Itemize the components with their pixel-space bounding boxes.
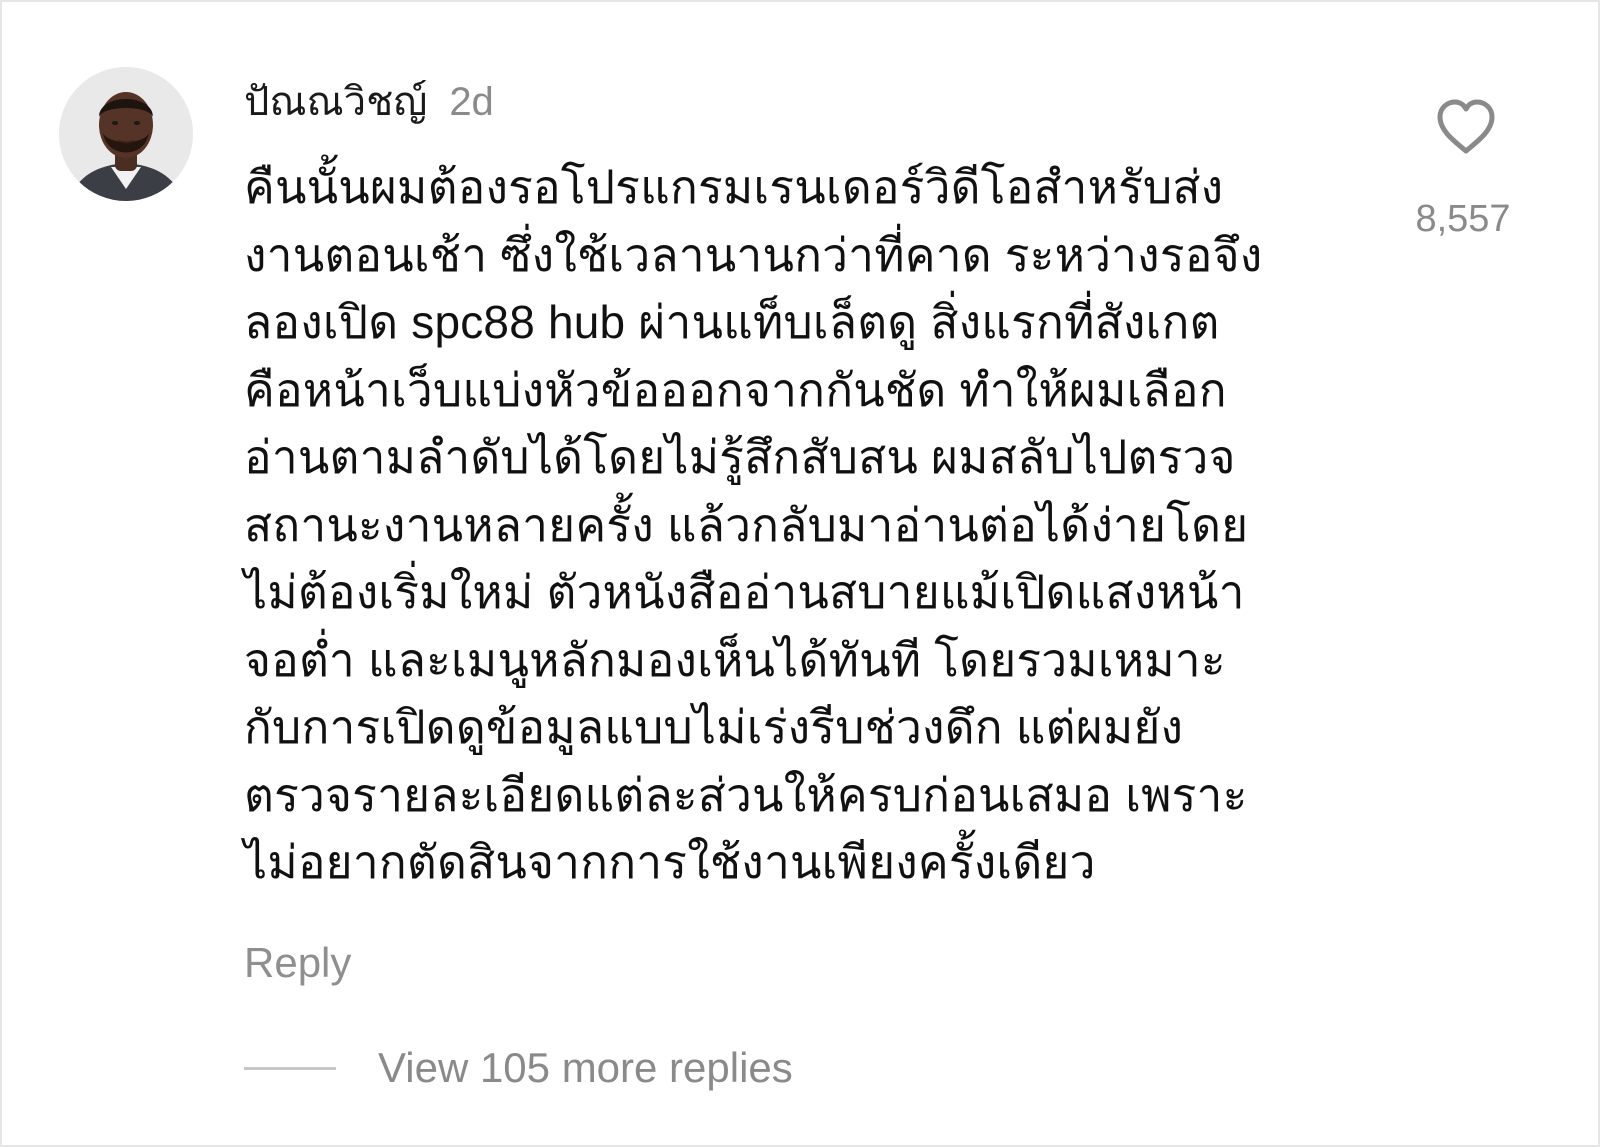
like-count: 8,557 bbox=[1415, 198, 1511, 240]
avatar-image bbox=[59, 67, 193, 201]
reply-button[interactable]: Reply bbox=[244, 935, 351, 991]
comment-card: ปัณณวิชญ์ 2d คืนนั้นผมต้องรอโปรแกรมเรนเด… bbox=[0, 0, 1600, 1147]
view-replies-button[interactable]: View 105 more replies bbox=[244, 1040, 793, 1096]
heart-icon bbox=[1437, 99, 1495, 154]
username[interactable]: ปัณณวิชญ์ bbox=[244, 74, 427, 130]
replies-divider bbox=[244, 1066, 336, 1070]
comment-text: คืนนั้นผมต้องรอโปรแกรมเรนเดอร์วิดีโอสำหร… bbox=[244, 161, 1263, 888]
avatar[interactable] bbox=[59, 67, 193, 201]
timestamp: 2d bbox=[449, 80, 494, 124]
heart-outline-icon[interactable] bbox=[1435, 98, 1497, 156]
view-replies-label: View 105 more replies bbox=[378, 1044, 793, 1091]
comment-header: ปัณณวิชญ์ 2d bbox=[244, 74, 494, 130]
